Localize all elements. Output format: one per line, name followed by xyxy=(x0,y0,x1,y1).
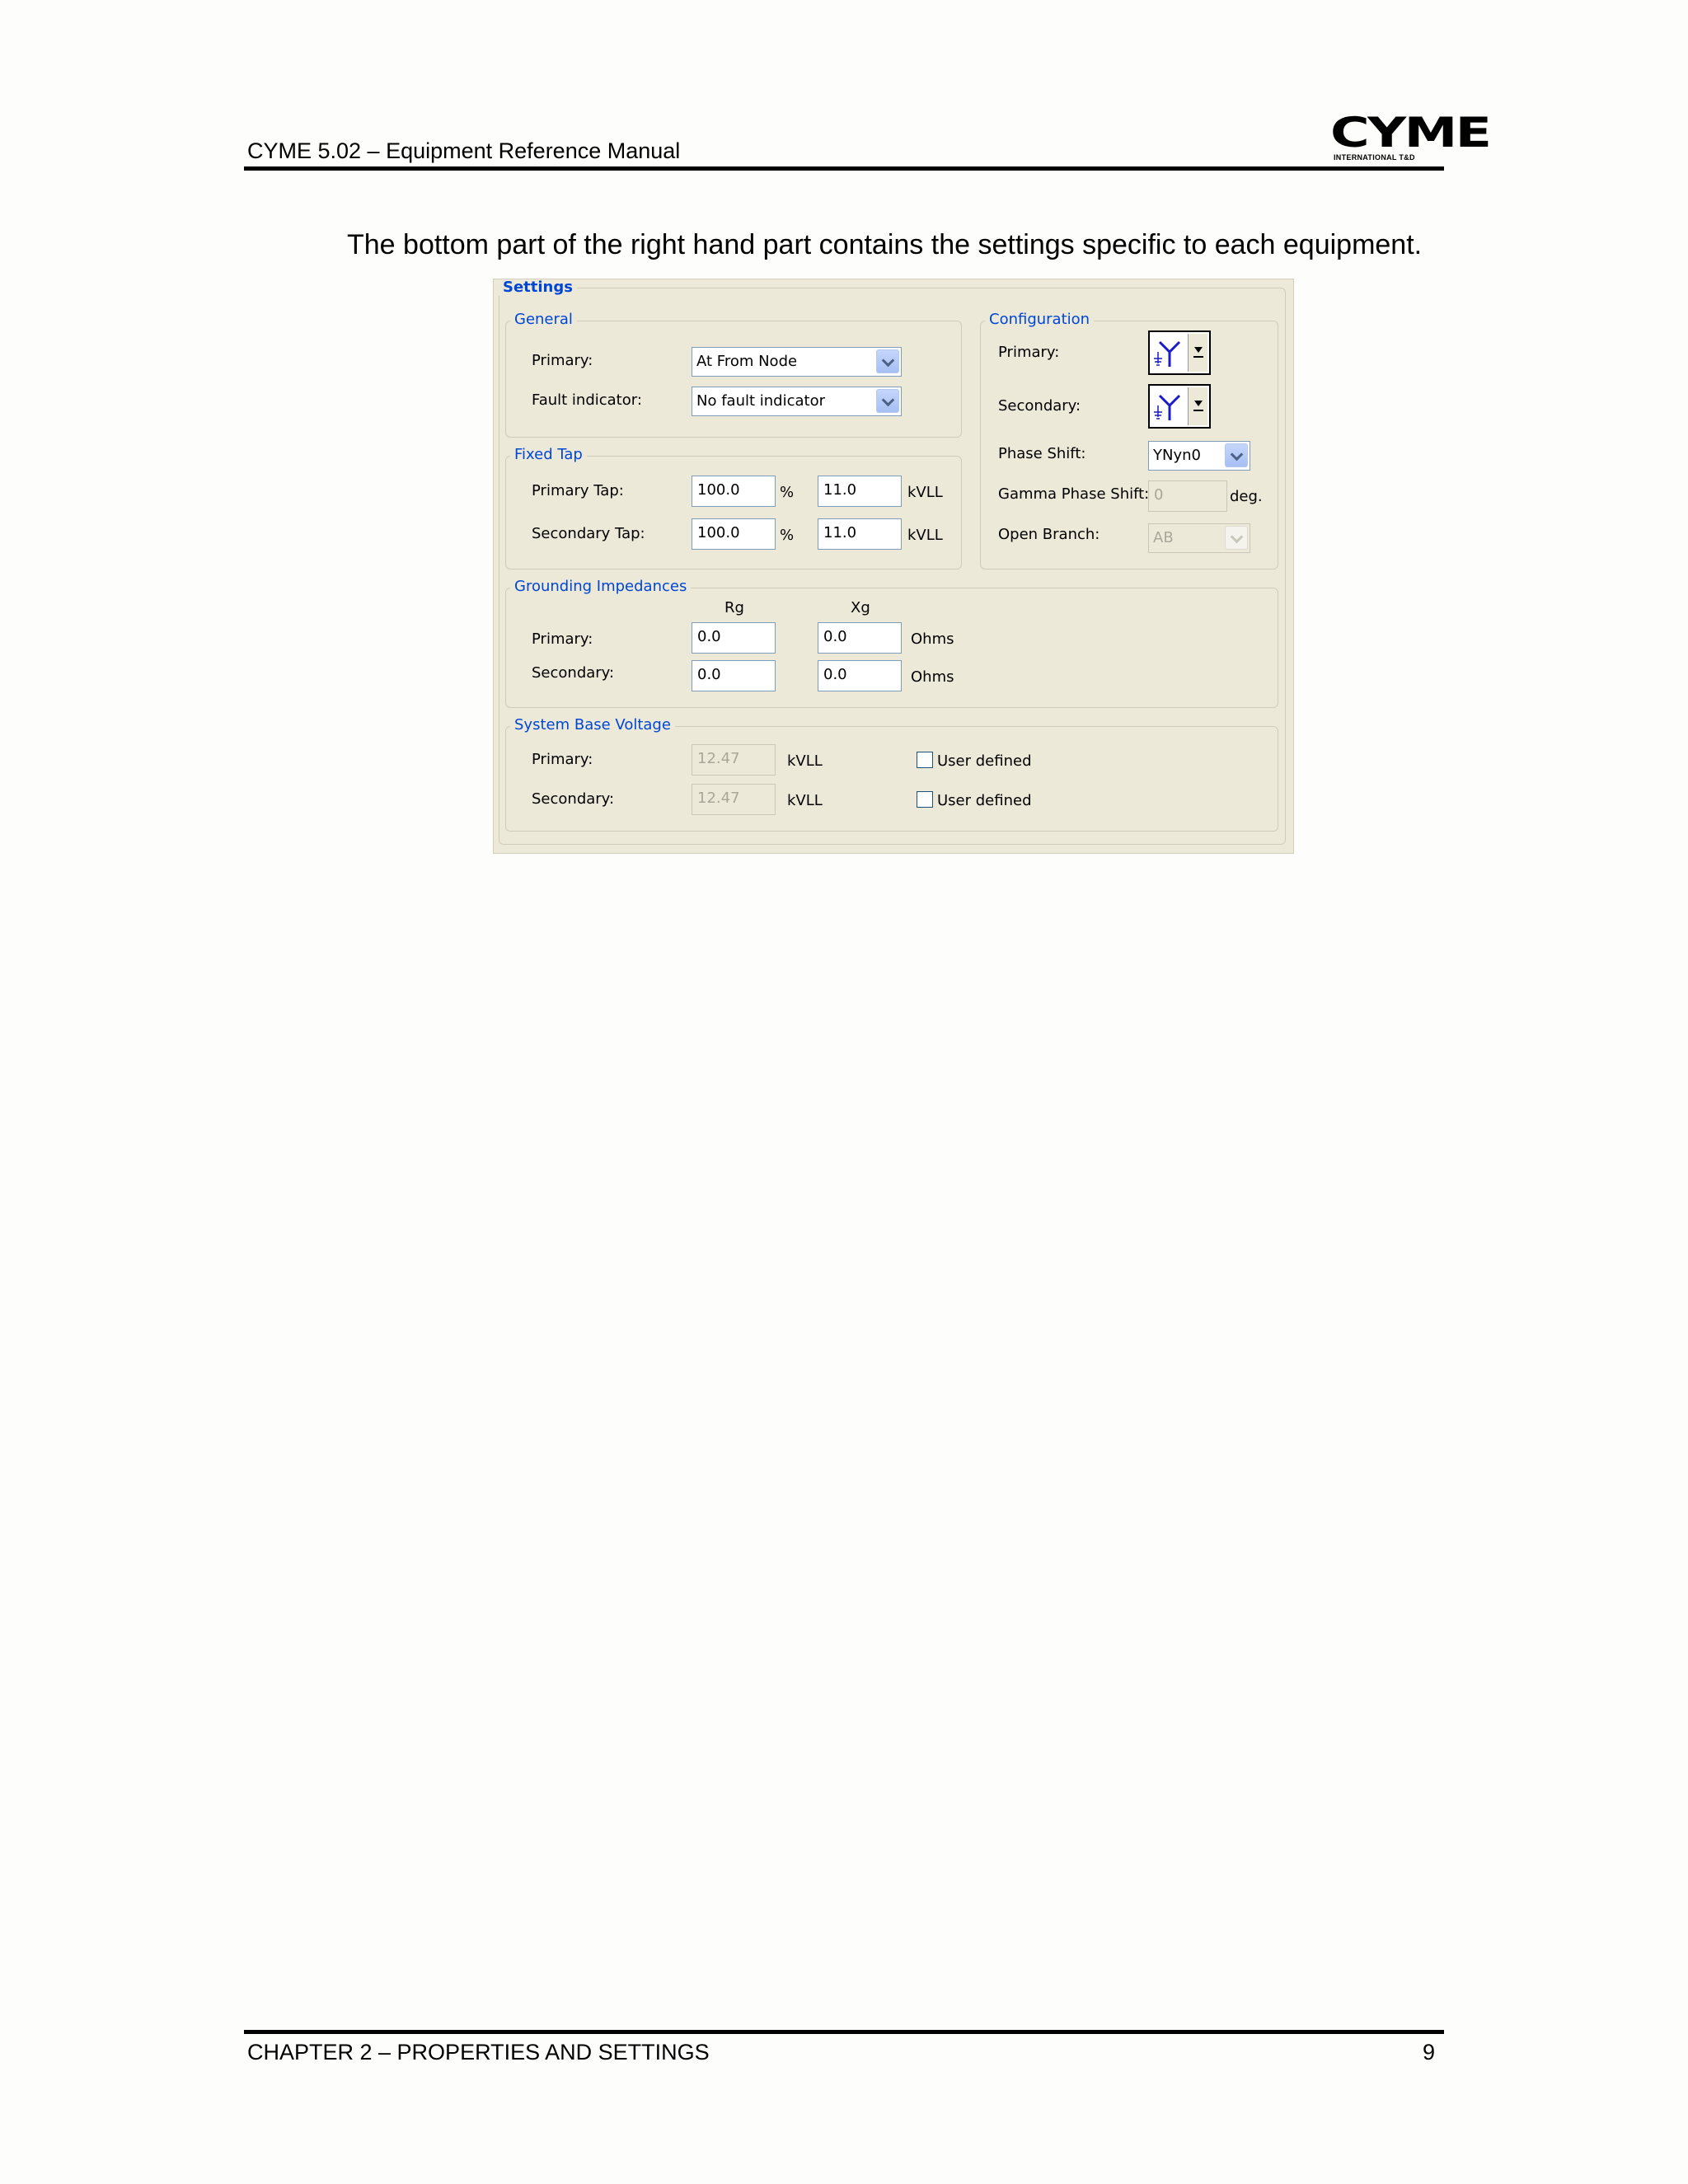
system-secondary-label: Secondary: xyxy=(532,790,615,808)
system-primary-user-defined-checkbox[interactable] xyxy=(917,752,933,768)
system-secondary-input[interactable]: 12.47 xyxy=(692,784,776,815)
grounding-primary-rg-input[interactable]: 0.0 xyxy=(692,622,776,654)
open-branch-label: Open Branch: xyxy=(998,526,1100,543)
open-branch-select[interactable]: AB xyxy=(1148,523,1250,553)
cyme-logo: CYME INTERNATIONAL T&D xyxy=(1330,112,1492,163)
system-base-title: System Base Voltage xyxy=(510,717,675,733)
general-title: General xyxy=(510,312,577,328)
configuration-title: Configuration xyxy=(985,312,1095,328)
wye-grounded-icon xyxy=(1154,394,1181,420)
config-primary-button[interactable] xyxy=(1148,330,1211,375)
chevron-down-icon[interactable] xyxy=(1225,443,1248,467)
footer-page-number: 9 xyxy=(1423,2040,1436,2064)
secondary-tap-pct-input[interactable]: 100.0 xyxy=(692,518,776,550)
system-secondary-unit: kVLL xyxy=(787,792,823,809)
fault-indicator-value: No fault indicator xyxy=(696,392,825,410)
fixed-tap-title: Fixed Tap xyxy=(510,447,587,463)
phase-shift-value: YNyn0 xyxy=(1153,447,1201,464)
general-primary-select[interactable]: At From Node xyxy=(692,347,902,377)
intro-paragraph: The bottom part of the right hand part c… xyxy=(347,229,1423,260)
grounding-primary-label: Primary: xyxy=(532,630,593,648)
secondary-tap-label: Secondary Tap: xyxy=(532,525,645,542)
chevron-down-icon[interactable] xyxy=(1188,334,1207,372)
logo-text: CYME xyxy=(1330,109,1492,157)
gamma-unit: deg. xyxy=(1230,488,1263,505)
footer-rule xyxy=(244,2030,1444,2034)
grounding-secondary-unit: Ohms xyxy=(911,668,954,686)
system-primary-user-defined-label: User defined xyxy=(937,752,1032,770)
grounding-primary-xg-input[interactable]: 0.0 xyxy=(818,622,902,654)
gamma-phase-shift-input[interactable]: 0 xyxy=(1148,480,1227,512)
footer-chapter: CHAPTER 2 – PROPERTIES AND SETTINGS xyxy=(247,2040,710,2064)
chevron-down-icon[interactable] xyxy=(876,349,899,373)
chevron-down-icon[interactable] xyxy=(1188,387,1207,425)
config-secondary-button[interactable] xyxy=(1148,384,1211,429)
phase-shift-label: Phase Shift: xyxy=(998,445,1086,462)
chevron-down-icon[interactable] xyxy=(1225,526,1248,550)
settings-title: Settings xyxy=(499,279,577,296)
gamma-phase-shift-label: Gamma Phase Shift: xyxy=(998,485,1150,503)
system-secondary-user-defined-label: User defined xyxy=(937,792,1032,809)
primary-tap-kv-input[interactable]: 11.0 xyxy=(818,476,902,507)
system-primary-unit: kVLL xyxy=(787,752,823,770)
system-primary-input[interactable]: 12.47 xyxy=(692,744,776,776)
fixed-tap-group xyxy=(505,456,962,569)
general-group xyxy=(505,321,962,438)
secondary-tap-pct-unit: % xyxy=(780,527,795,544)
primary-tap-pct-unit: % xyxy=(780,484,795,501)
wye-grounded-icon xyxy=(1154,340,1181,367)
primary-tap-kv-unit: kVLL xyxy=(907,484,943,501)
open-branch-value: AB xyxy=(1153,529,1174,546)
config-secondary-label: Secondary: xyxy=(998,397,1081,415)
grounding-secondary-label: Secondary: xyxy=(532,664,615,682)
general-primary-label: Primary: xyxy=(532,352,593,369)
secondary-tap-kv-input[interactable]: 11.0 xyxy=(818,518,902,550)
grounding-title: Grounding Impedances xyxy=(510,579,692,595)
header-rule xyxy=(244,166,1444,171)
fault-indicator-label: Fault indicator: xyxy=(532,391,642,409)
phase-shift-select[interactable]: YNyn0 xyxy=(1148,441,1250,471)
system-primary-label: Primary: xyxy=(532,751,593,768)
chevron-down-icon[interactable] xyxy=(876,389,899,413)
fault-indicator-select[interactable]: No fault indicator xyxy=(692,387,902,416)
system-secondary-user-defined-checkbox[interactable] xyxy=(917,791,933,808)
general-primary-value: At From Node xyxy=(696,353,798,370)
grounding-secondary-xg-input[interactable]: 0.0 xyxy=(818,660,902,691)
primary-tap-pct-input[interactable]: 100.0 xyxy=(692,476,776,507)
primary-tap-label: Primary Tap: xyxy=(532,482,624,499)
header-title: CYME 5.02 – Equipment Reference Manual xyxy=(247,138,681,163)
system-base-group xyxy=(505,726,1278,832)
settings-screenshot: Settings General Primary: At From Node F… xyxy=(493,279,1294,854)
config-primary-label: Primary: xyxy=(998,344,1060,361)
logo-subtext: INTERNATIONAL T&D xyxy=(1334,153,1415,162)
secondary-tap-kv-unit: kVLL xyxy=(907,527,943,544)
grounding-secondary-rg-input[interactable]: 0.0 xyxy=(692,660,776,691)
xg-header: Xg xyxy=(851,599,870,616)
rg-header: Rg xyxy=(724,599,744,616)
grounding-primary-unit: Ohms xyxy=(911,630,954,648)
